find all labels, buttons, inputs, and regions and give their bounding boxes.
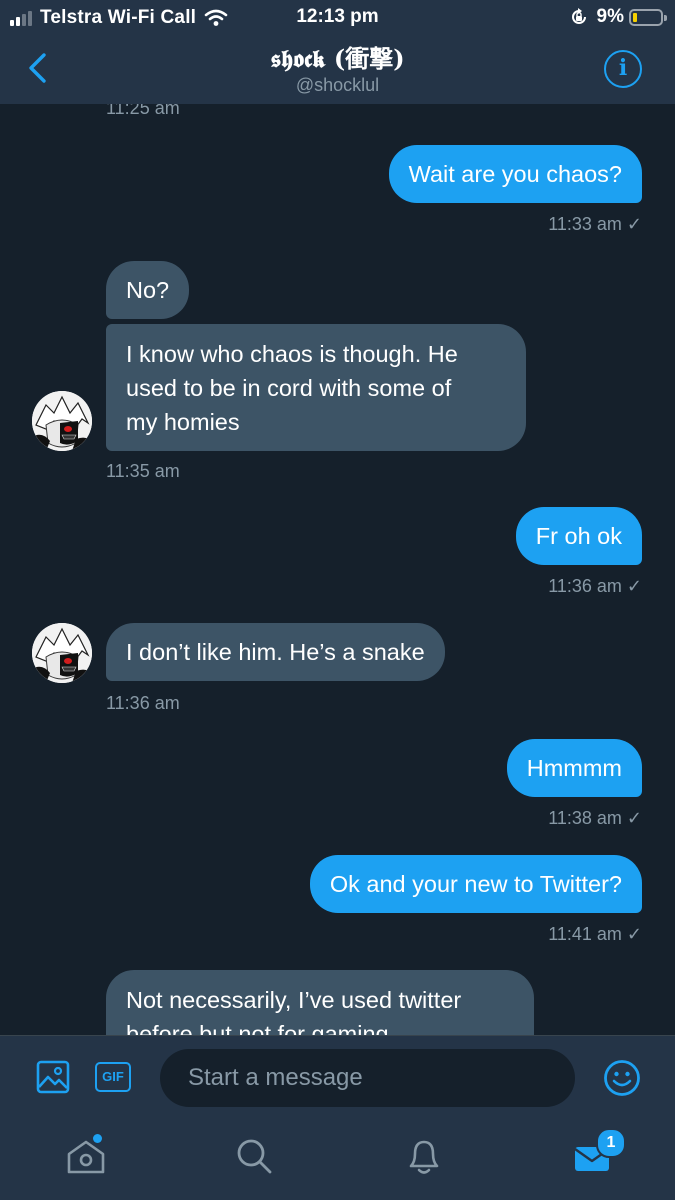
delivered-check-icon: ✓ — [626, 808, 642, 828]
received-message-bubble[interactable]: Not necessarily, I’ve used twitter befor… — [106, 970, 534, 1035]
sent-message-bubble[interactable]: Fr oh ok — [515, 507, 642, 565]
delivered-check-icon: ✓ — [626, 214, 642, 234]
message-input[interactable] — [160, 1049, 575, 1107]
delivered-check-icon: ✓ — [626, 576, 642, 596]
avatar-image — [32, 623, 92, 683]
message-timestamp: 11:36 am ✓ — [548, 576, 642, 597]
avatar-image — [32, 391, 92, 451]
gif-icon[interactable]: GIF — [95, 1062, 131, 1092]
received-message-bubble[interactable]: I know who chaos is though. He used to b… — [106, 324, 526, 451]
timestamp-text: 11:41 am — [548, 924, 622, 944]
status-bar: Telstra Wi-Fi Call 12:13 pm 9% — [0, 0, 675, 36]
message-line: my homies — [126, 409, 240, 435]
tab-notifications[interactable] — [402, 1134, 446, 1178]
image-icon[interactable] — [36, 1060, 70, 1099]
status-right: 9% — [569, 6, 667, 28]
message-line: Not necessarily, I’ve used twitter — [126, 987, 462, 1013]
dm-conversation-screen: 11:25 am Wait are you chaos? 11:33 am ✓ N… — [0, 0, 675, 1200]
tab-messages[interactable]: 1 — [571, 1128, 626, 1178]
bottom-tab-bar: 1 — [0, 1120, 675, 1200]
battery-percent: 9% — [596, 6, 624, 27]
rotation-lock-icon — [571, 8, 586, 24]
received-message-bubble[interactable]: I don’t like him. He’s a snake — [106, 623, 445, 681]
timestamp-text: 11:33 am — [548, 214, 622, 234]
sent-message-bubble[interactable]: Hmmmm — [506, 739, 642, 797]
emoji-icon[interactable] — [603, 1059, 641, 1102]
message-timestamp: 11:35 am — [106, 461, 180, 481]
conversation-header[interactable]: 𝖘𝖍𝖔𝖈𝖐 (衝撃) @shocklul — [0, 44, 675, 96]
tab-home[interactable] — [64, 1134, 108, 1178]
delivered-check-icon: ✓ — [626, 924, 642, 944]
timestamp-text: 11:38 am — [548, 808, 622, 828]
contact-handle: @shocklul — [295, 75, 380, 95]
new-content-dot — [93, 1134, 102, 1143]
received-message-bubble[interactable]: No? — [106, 261, 190, 319]
message-line: used to be in cord with some of — [126, 375, 452, 401]
message-line: before but not for gaming — [126, 1021, 389, 1035]
sent-message-bubble[interactable]: Wait are you chaos? — [388, 145, 642, 203]
message-timestamp: 11:41 am ✓ — [548, 924, 642, 945]
search-icon — [237, 1139, 272, 1174]
contact-avatar[interactable] — [32, 391, 92, 451]
contact-display-name: 𝖘𝖍𝖔𝖈𝖐 (衝撃) — [270, 44, 405, 73]
messages-badge: 1 — [596, 1128, 626, 1158]
sent-message-bubble[interactable]: Ok and your new to Twitter? — [309, 855, 642, 913]
message-timestamp: 11:36 am — [106, 693, 180, 713]
message-timestamp: 11:38 am ✓ — [548, 808, 642, 829]
message-composer: GIF — [0, 1035, 675, 1120]
top-bar: Telstra Wi-Fi Call 12:13 pm 9% 𝖘𝖍𝖔𝖈𝖐 (衝撃… — [0, 0, 675, 104]
contact-avatar[interactable] — [32, 623, 92, 683]
timestamp-text: 11:36 am — [548, 576, 622, 596]
message-line: I know who chaos is though. He — [126, 341, 458, 367]
info-icon[interactable]: i — [604, 50, 642, 88]
message-list[interactable]: 11:25 am Wait are you chaos? 11:33 am ✓ N… — [0, 0, 675, 1035]
tab-search[interactable] — [232, 1134, 276, 1178]
message-timestamp: 11:33 am ✓ — [548, 214, 642, 235]
bell-icon — [409, 1140, 439, 1174]
battery-icon — [629, 8, 667, 26]
